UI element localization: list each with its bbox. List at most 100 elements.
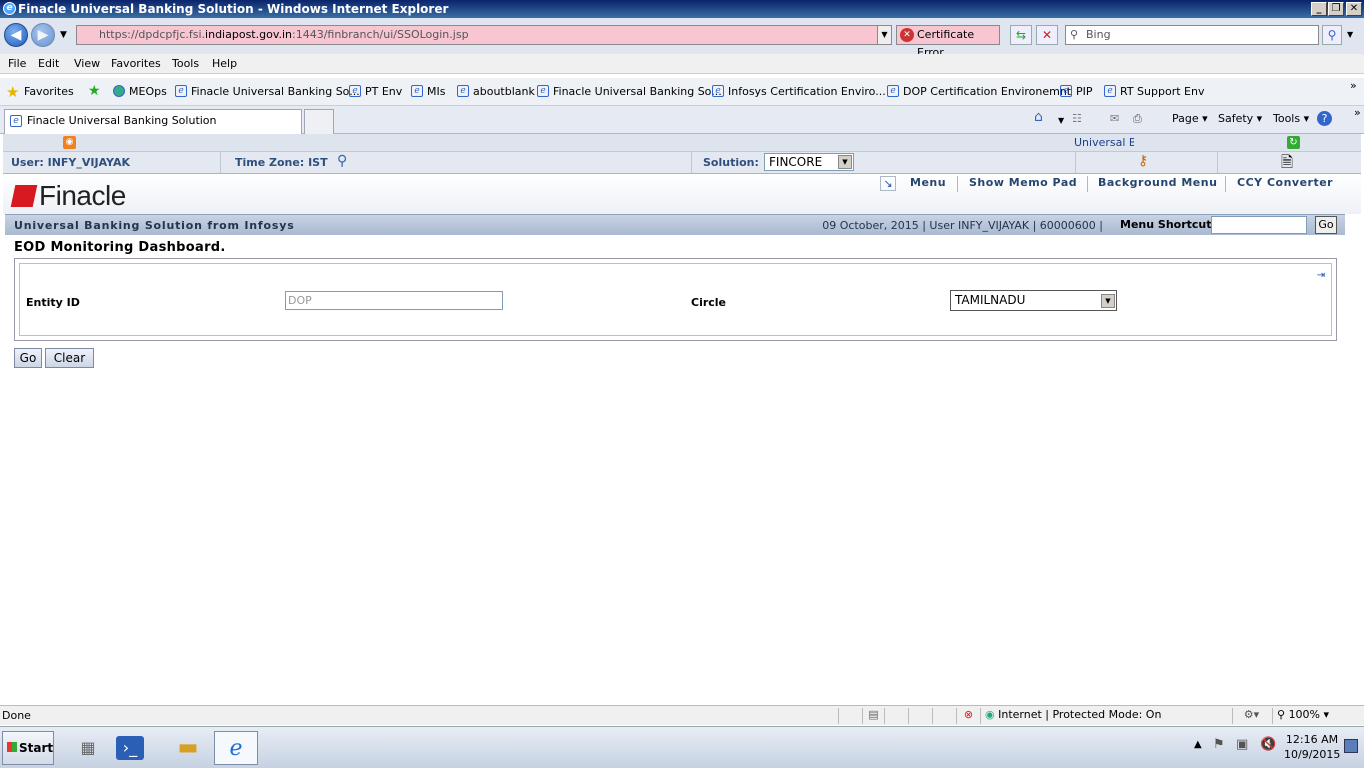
menu-edit[interactable]: Edit (38, 57, 59, 70)
tab-finacle[interactable]: e Finacle Universal Banking Solution (4, 109, 302, 134)
forward-button[interactable]: ▶ (31, 23, 55, 47)
minimize-button[interactable]: _ (1311, 2, 1327, 16)
refresh-icon[interactable]: ↻ (1287, 136, 1300, 149)
fav-label: MIs (427, 85, 446, 98)
address-dropdown-icon[interactable]: ▼ (877, 26, 891, 44)
fav-item-rt-support[interactable]: e RT Support Env (1104, 85, 1204, 98)
tools-menu[interactable]: Tools ▾ (1273, 112, 1309, 125)
protected-mode-icon[interactable]: ⚙▾ (1232, 708, 1270, 724)
chevron-down-icon: ▼ (1101, 294, 1115, 308)
stop-button[interactable]: ✕ (1036, 25, 1058, 45)
internet-explorer-taskbar-button[interactable]: e (214, 731, 258, 765)
entity-id-input[interactable]: DOP (285, 291, 503, 310)
universal-banking-link[interactable]: Universal B (1074, 136, 1134, 149)
clear-button[interactable]: Clear (45, 348, 94, 368)
show-hidden-icons[interactable]: ▲ (1194, 739, 1202, 750)
restore-button[interactable]: ❐ (1328, 2, 1344, 16)
search-icon: ⚲ (1070, 28, 1079, 41)
fav-item-meops[interactable]: MEOps (113, 85, 167, 98)
zoom-control[interactable]: ⚲ 100% ▾ (1272, 708, 1350, 724)
feeds-icon[interactable]: ☷ (1072, 112, 1082, 125)
home-dropdown-icon[interactable]: ▼ (1058, 116, 1064, 125)
help-icon[interactable]: ? (1317, 111, 1332, 126)
start-button[interactable]: Start (2, 731, 54, 765)
menu-view[interactable]: View (74, 57, 100, 70)
window-title-bar: e Finacle Universal Banking Solution - W… (0, 0, 1364, 18)
search-options-icon[interactable]: ▼ (1347, 30, 1353, 39)
criteria-form: Entity ID DOP Circle TAMILNADU ▼ ⇥ (14, 258, 1337, 341)
menu-shortcut-go-button[interactable]: Go (1315, 216, 1337, 234)
search-go-button[interactable]: ⚲ (1322, 25, 1342, 45)
powershell-icon[interactable]: ›_ (116, 736, 144, 760)
solution-select[interactable]: FINCORE ▼ (764, 153, 854, 171)
menu-tools[interactable]: Tools (172, 57, 199, 70)
commandbar-overflow-icon[interactable]: » (1354, 106, 1361, 119)
banner-info: 09 October, 2015 | User INFY_VIJAYAK | 6… (822, 219, 1103, 232)
divider (220, 152, 221, 173)
favorites-overflow-icon[interactable]: » (1350, 79, 1357, 92)
ccy-converter-link[interactable]: CCY Converter (1237, 176, 1333, 189)
banner-title: Universal Banking Solution from Infosys (14, 219, 295, 232)
volume-muted-icon[interactable]: 🔇 (1260, 737, 1276, 752)
fav-item-infosys-cert[interactable]: e Infosys Certification Enviro... (712, 85, 886, 98)
status-cell (908, 708, 932, 724)
favorites-bar: ★ Favorites ★ MEOps e Finacle Universal B… (0, 78, 1364, 106)
fav-item-mis[interactable]: e MIs (411, 85, 445, 98)
search-input[interactable]: ⚲ Bing (1065, 25, 1319, 45)
fav-label: Finacle Universal Banking So... (553, 85, 722, 98)
system-clock[interactable]: 12:16 AM 10/9/2015 (1284, 732, 1340, 762)
divider (1225, 176, 1226, 192)
circle-select[interactable]: TAMILNADU ▼ (950, 290, 1117, 311)
key-icon[interactable]: ⚷ (1138, 153, 1148, 169)
page-menu[interactable]: Page ▾ (1172, 112, 1208, 125)
print-icon[interactable]: ⎙ (1133, 112, 1142, 126)
mail-icon[interactable]: ✉ (1110, 112, 1119, 125)
solution-value: FINCORE (769, 155, 823, 169)
back-button[interactable]: ◀ (4, 23, 28, 47)
recent-pages-dropdown-icon[interactable]: ▼ (60, 30, 67, 40)
security-zone[interactable]: ◉ Internet | Protected Mode: On (980, 708, 1230, 724)
star-icon: ★ (6, 83, 20, 101)
url-suffix: :1443/finbranch/ui/SSOLogin.jsp (292, 28, 469, 41)
fav-item-finacle-1[interactable]: e Finacle Universal Banking So... (175, 85, 360, 98)
certificate-error-button[interactable]: ✕ Certificate Error (896, 25, 1000, 59)
show-desktop-button[interactable] (1344, 739, 1358, 753)
safety-menu[interactable]: Safety ▾ (1218, 112, 1262, 125)
safety-menu-label: Safety (1218, 112, 1254, 125)
fav-label: Finacle Universal Banking So... (191, 85, 360, 98)
add-favorite-icon[interactable]: ★ (88, 83, 101, 99)
menu-link[interactable]: Menu (910, 176, 946, 189)
collapse-icon[interactable]: ⇥ (1313, 270, 1329, 282)
arrow-icon[interactable]: ↘ (880, 176, 896, 191)
fav-item-aboutblank[interactable]: e aboutblank (457, 85, 535, 98)
fav-item-pt-env[interactable]: e PT Env (349, 85, 402, 98)
memo-pad-link[interactable]: Show Memo Pad (969, 176, 1077, 189)
ie-page-icon: e (175, 85, 187, 97)
fav-label: Infosys Certification Enviro... (728, 85, 886, 98)
address-field[interactable]: https://dpdcpfjc.fsi.indiapost.gov.in:14… (76, 25, 892, 45)
menu-file[interactable]: File (8, 57, 26, 70)
fav-item-pip[interactable]: e PIP (1060, 85, 1093, 98)
refresh-button[interactable]: ⇆ (1010, 25, 1032, 45)
fav-item-finacle-2[interactable]: e Finacle Universal Banking So... (537, 85, 722, 98)
new-tab-button[interactable] (304, 109, 334, 134)
favorites-button[interactable]: ★ Favorites (6, 83, 74, 101)
blocked-icon[interactable]: ⊗ (956, 708, 980, 724)
menu-favorites[interactable]: Favorites (111, 57, 161, 70)
background-menu-link[interactable]: Background Menu (1098, 176, 1217, 189)
home-icon[interactable]: ⌂ (1034, 109, 1043, 125)
close-window-button[interactable]: ✕ (1346, 2, 1362, 16)
go-button[interactable]: Go (14, 348, 42, 368)
security-zone-label: Internet | Protected Mode: On (998, 708, 1162, 721)
search-icon[interactable]: ⚲ (337, 153, 347, 169)
action-center-flag-icon[interactable]: ⚑ (1213, 737, 1225, 752)
page-icon: ▤ (862, 708, 884, 724)
explorer-folder-icon[interactable]: ▬ (168, 731, 208, 765)
menu-help[interactable]: Help (212, 57, 237, 70)
rss-icon[interactable]: ◉ (63, 136, 76, 149)
fav-item-dop-cert[interactable]: e DOP Certification Environemnt (887, 85, 1071, 98)
ie-page-icon: e (887, 85, 899, 97)
network-icon[interactable]: ▣ (1236, 737, 1248, 752)
menu-shortcut-input[interactable] (1211, 216, 1307, 234)
server-manager-icon[interactable]: ▦ (68, 731, 108, 765)
